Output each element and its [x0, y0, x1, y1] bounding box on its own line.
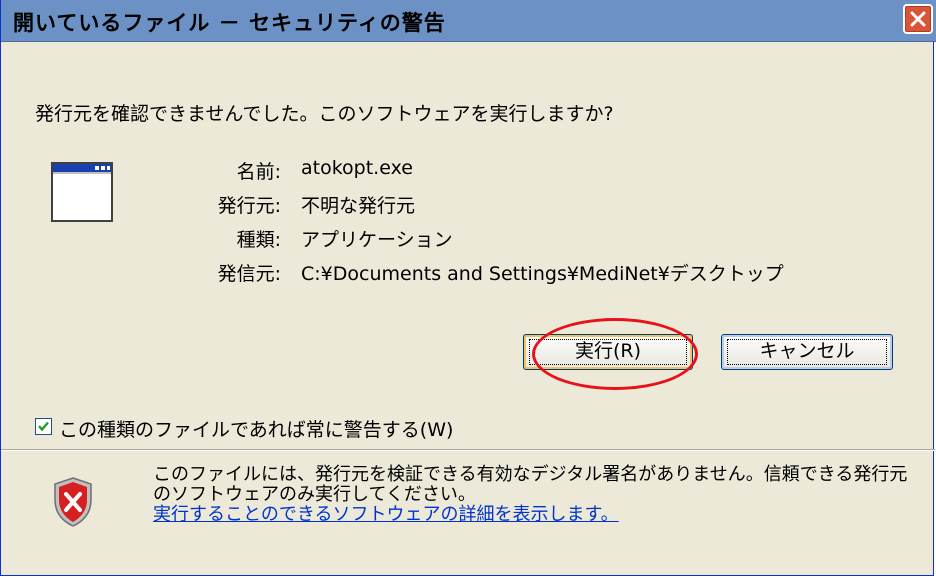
detail-label: 種類: — [236, 229, 281, 251]
details-link[interactable]: 実行することのできるソフトウェアの詳細を表示します。 — [153, 505, 913, 525]
divider — [1, 449, 935, 451]
detail-value: 不明な発行元 — [301, 195, 416, 217]
warning-message: このファイルには、発行元を検証できる有効なデジタル署名がありません。信頼できる発… — [153, 465, 913, 525]
detail-label: 発行元: — [217, 195, 281, 217]
question-text: 発行元を確認できませんでした。このソフトウェアを実行しますか? — [35, 103, 614, 125]
security-shield-icon — [54, 477, 92, 527]
window-title: 開いているファイル － セキュリティの警告 — [13, 11, 446, 35]
red-highlight-circle — [532, 318, 698, 390]
application-window-icon — [51, 162, 113, 222]
detail-value: アプリケーション — [301, 229, 453, 251]
always-warn-checkbox[interactable] — [35, 418, 52, 435]
detail-value: C:¥Documents and Settings¥MediNet¥デスクトップ — [301, 263, 784, 285]
close-button[interactable] — [903, 4, 933, 34]
checkmark-icon — [38, 421, 49, 432]
always-warn-label: この種類のファイルであれば常に警告する(W) — [59, 419, 454, 441]
cancel-button[interactable]: キャンセル — [721, 334, 893, 370]
warning-text: このファイルには、発行元を検証できる有効なデジタル署名がありません。信頼できる発… — [153, 464, 908, 505]
detail-label: 名前: — [236, 161, 281, 183]
close-icon — [910, 11, 926, 27]
detail-value: atokopt.exe — [301, 157, 413, 179]
security-warning-dialog: 開いているファイル － セキュリティの警告 発行元を確認できませんでした。このソ… — [0, 0, 936, 576]
cancel-button-label: キャンセル — [759, 340, 855, 362]
title-bar[interactable]: 開いているファイル － セキュリティの警告 — [1, 0, 936, 42]
detail-label: 発信元: — [217, 263, 281, 285]
